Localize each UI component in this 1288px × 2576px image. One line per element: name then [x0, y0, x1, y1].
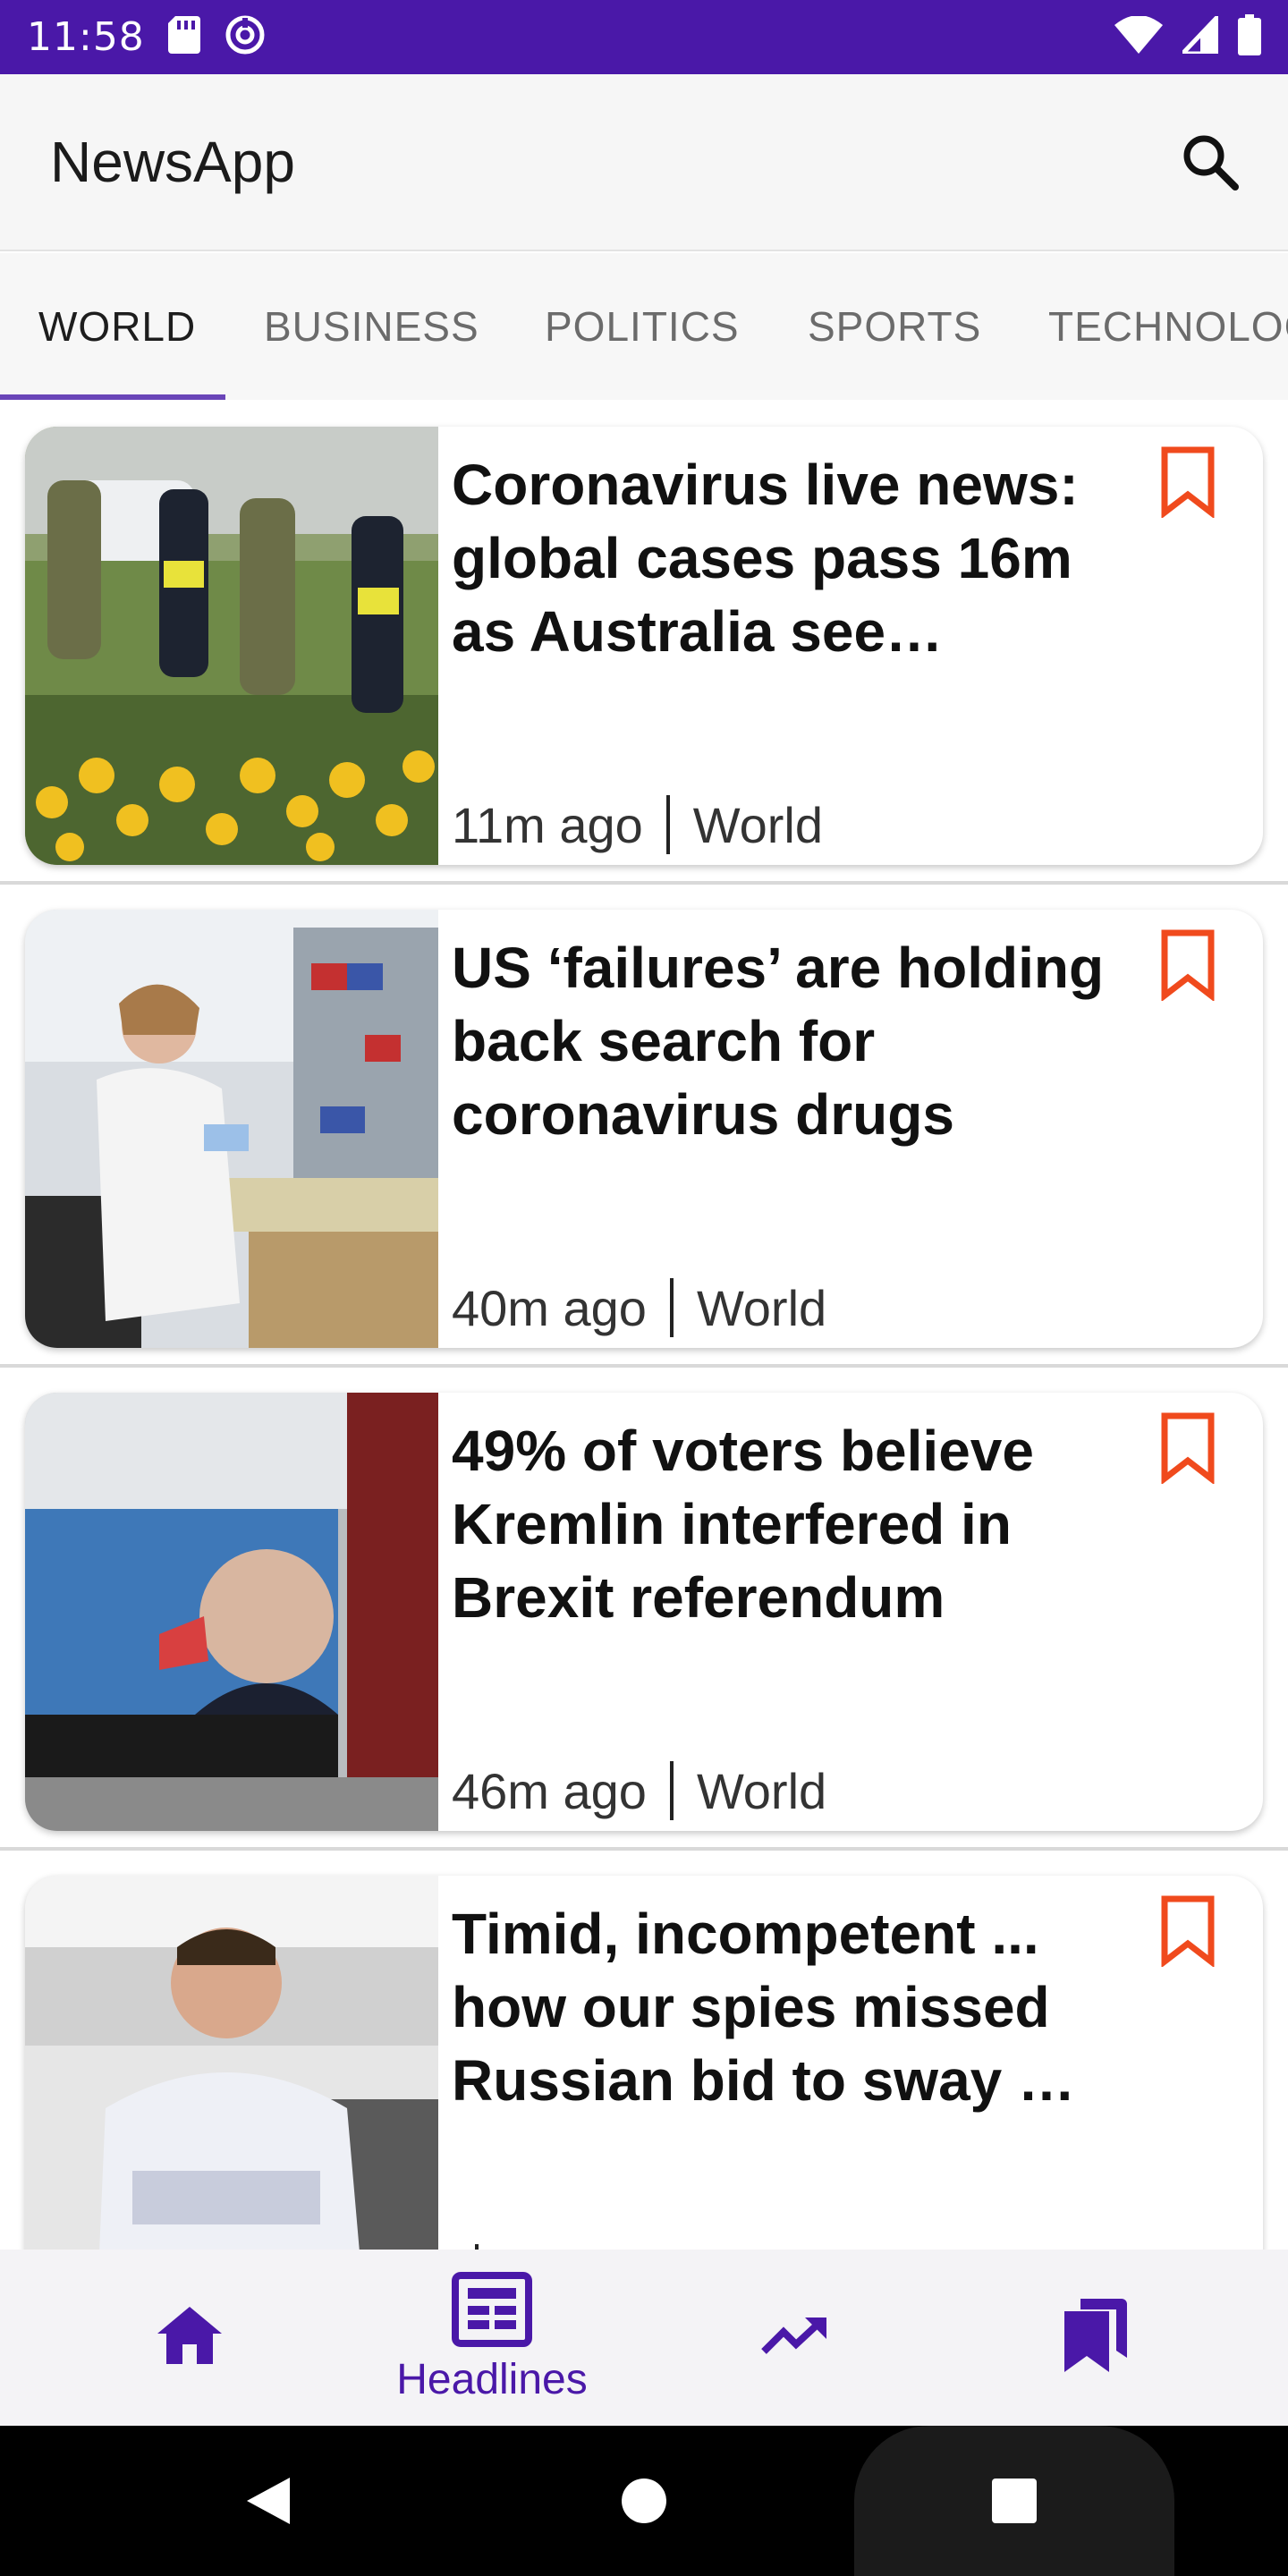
article-headline: US ‘failures’ are holding back search fo…	[452, 936, 1105, 1147]
app-title: NewsApp	[50, 130, 295, 194]
home-circle-icon[interactable]	[599, 2426, 689, 2576]
nav-home[interactable]	[136, 2250, 243, 2426]
sd-card-icon	[167, 16, 200, 58]
article-card[interactable]: 49% of voters believe Kremlin interfered…	[25, 1393, 1263, 1831]
article-thumbnail	[25, 910, 438, 1348]
screen: 11:58 NewsApp WORLD BUSINESS POLITICS SP…	[0, 0, 1288, 2576]
article-thumbnail	[25, 1876, 438, 2250]
bookmark-outline-icon[interactable]	[1156, 929, 1220, 1003]
article-section: World	[692, 796, 824, 853]
tab-technology[interactable]: TECHNOLOG	[1048, 253, 1288, 400]
app-bar: NewsApp	[0, 74, 1288, 251]
article-card[interactable]: Timid, incompetent ... how our spies mis…	[25, 1876, 1263, 2250]
article-card[interactable]: Coronavirus live news: global cases pass…	[25, 427, 1263, 865]
meta-separator	[665, 795, 670, 854]
status-bar: 11:58	[0, 0, 1288, 74]
article-section: World	[696, 1279, 827, 1336]
bookmark-outline-icon[interactable]	[1156, 1895, 1220, 1969]
bookmark-outline-icon[interactable]	[1156, 1412, 1220, 1486]
bottom-navigation: Headlines	[0, 2250, 1288, 2426]
wifi-icon	[1114, 15, 1163, 58]
nav-bookmarks[interactable]	[1050, 2250, 1140, 2426]
status-time: 11:58	[27, 14, 145, 60]
battery-icon	[1238, 14, 1261, 60]
article-meta: 46m ago World	[452, 1759, 826, 1822]
newspaper-icon	[452, 2271, 532, 2351]
card-divider	[0, 881, 1288, 885]
article-time: 40m ago	[452, 1279, 647, 1336]
article-thumbnail	[25, 427, 438, 865]
article-meta: 11m ago World	[452, 793, 823, 856]
article-section: World	[696, 1762, 827, 1819]
article-time: 46m ago	[452, 1762, 647, 1819]
category-tabs: WORLD BUSINESS POLITICS SPORTS TECHNOLOG	[0, 253, 1288, 400]
meta-separator	[669, 1761, 674, 1820]
article-headline: Timid, incompetent ... how our spies mis…	[452, 1902, 1076, 2113]
card-divider	[0, 1364, 1288, 1368]
article-meta: 40m ago World	[452, 1276, 826, 1339]
nav-trending[interactable]	[750, 2250, 839, 2426]
system-navigation-bar	[0, 2426, 1288, 2576]
trending-icon	[760, 2316, 828, 2360]
news-feed[interactable]: Coronavirus live news: global cases pass…	[0, 400, 1288, 2250]
article-card[interactable]: US ‘failures’ are holding back search fo…	[25, 910, 1263, 1348]
tab-world[interactable]: WORLD	[38, 253, 196, 400]
article-headline: Coronavirus live news: global cases pass…	[452, 453, 1079, 664]
article-time: 11m ago	[452, 796, 643, 853]
article-headline: 49% of voters believe Kremlin interfered…	[452, 1419, 1034, 1630]
bookmarks-icon	[1063, 2299, 1127, 2377]
nav-headlines[interactable]: Headlines	[376, 2250, 608, 2426]
article-meta	[452, 2242, 502, 2250]
data-saver-icon	[224, 13, 267, 61]
bookmark-outline-icon[interactable]	[1156, 446, 1220, 520]
tab-politics[interactable]: POLITICS	[545, 253, 740, 400]
back-icon[interactable]	[224, 2426, 313, 2576]
meta-separator	[669, 1278, 674, 1337]
signal-icon	[1177, 10, 1221, 58]
search-icon[interactable]	[1170, 122, 1250, 202]
tab-sports[interactable]: SPORTS	[808, 253, 981, 400]
nav-label: Headlines	[396, 2355, 588, 2403]
article-thumbnail	[25, 1393, 438, 1831]
tab-business[interactable]: BUSINESS	[264, 253, 479, 400]
home-icon	[157, 2307, 222, 2368]
recents-icon[interactable]	[970, 2426, 1059, 2576]
card-divider	[0, 1847, 1288, 1851]
